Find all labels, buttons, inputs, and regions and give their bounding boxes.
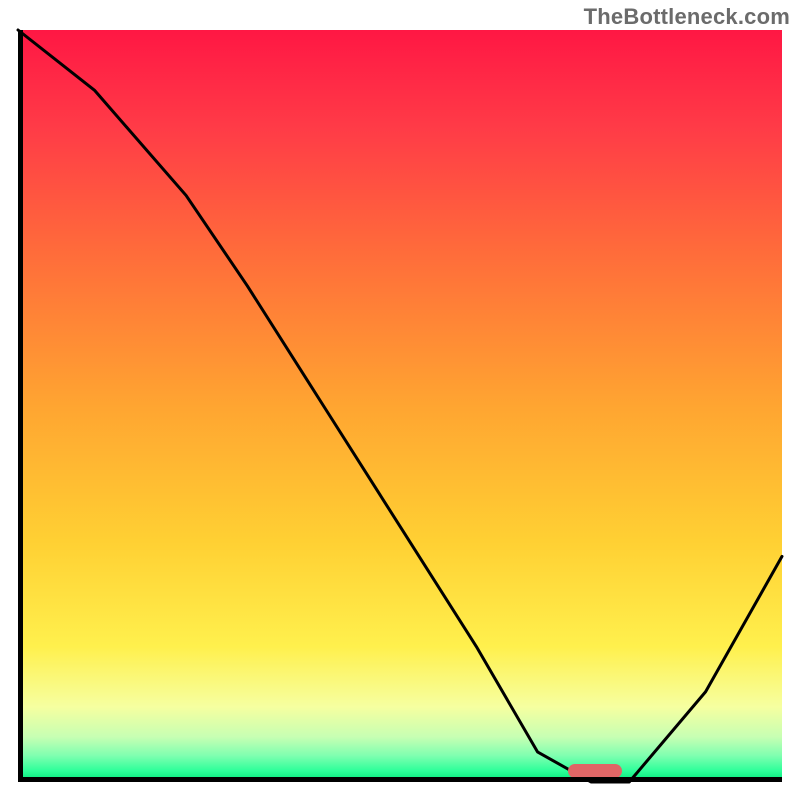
plot-area xyxy=(18,30,782,782)
y-axis xyxy=(18,30,23,782)
optimal-range-marker xyxy=(568,764,621,778)
bottleneck-curve xyxy=(18,30,782,782)
x-axis xyxy=(18,777,782,782)
chart-container: TheBottleneck.com xyxy=(0,0,800,800)
watermark-text: TheBottleneck.com xyxy=(584,4,790,30)
